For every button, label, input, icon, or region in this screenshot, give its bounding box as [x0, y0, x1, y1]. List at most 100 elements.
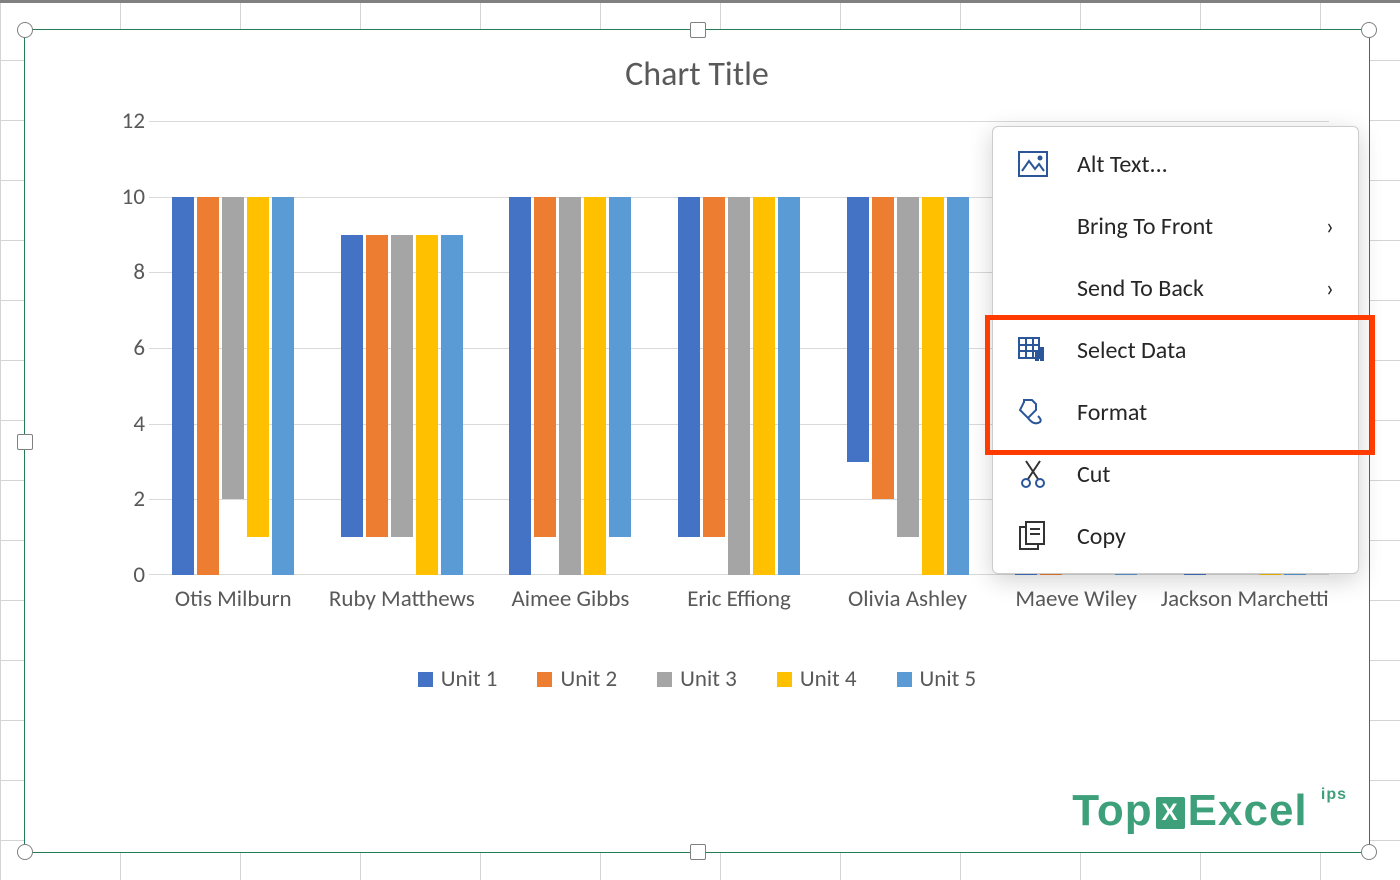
- legend-item[interactable]: Unit 4: [777, 665, 857, 693]
- category-group: [655, 121, 824, 575]
- context-menu-label: Cut: [1077, 460, 1334, 489]
- bar[interactable]: [753, 197, 775, 575]
- bar[interactable]: [172, 197, 194, 575]
- legend-swatch: [897, 672, 912, 687]
- context-menu-item[interactable]: Send To Back›: [993, 257, 1358, 319]
- bar[interactable]: [416, 235, 438, 576]
- y-tick-label: 2: [95, 485, 145, 513]
- selection-handle[interactable]: [1361, 22, 1377, 38]
- legend-swatch: [537, 672, 552, 687]
- legend-label: Unit 3: [680, 665, 737, 693]
- selection-handle[interactable]: [1361, 844, 1377, 860]
- y-tick-label: 8: [95, 258, 145, 286]
- bar-cluster: [655, 197, 824, 575]
- bar[interactable]: [703, 197, 725, 538]
- context-menu[interactable]: Alt Text...Bring To Front›Send To Back›S…: [992, 126, 1359, 574]
- legend-item[interactable]: Unit 3: [657, 665, 737, 693]
- context-menu-item[interactable]: Select Data: [993, 319, 1358, 381]
- y-tick-label: 0: [95, 561, 145, 589]
- select-data-icon: [1017, 334, 1049, 366]
- bar[interactable]: [678, 197, 700, 538]
- y-tick-label: 4: [95, 410, 145, 438]
- context-menu-item[interactable]: Format: [993, 381, 1358, 443]
- watermark-text: ips: [1321, 786, 1347, 803]
- bar[interactable]: [366, 235, 388, 538]
- context-menu-label: Format: [1077, 398, 1334, 427]
- category-group: [486, 121, 655, 575]
- legend-label: Unit 4: [800, 665, 857, 693]
- selection-handle[interactable]: [17, 22, 33, 38]
- context-menu-label: Select Data: [1077, 336, 1334, 365]
- blank-icon: [1017, 210, 1049, 242]
- bar[interactable]: [728, 197, 750, 575]
- watermark: TopXExcel ips: [1072, 786, 1347, 836]
- bar[interactable]: [509, 197, 531, 575]
- y-tick-label: 10: [95, 183, 145, 211]
- blank-icon: [1017, 272, 1049, 304]
- bar[interactable]: [584, 197, 606, 575]
- bar-cluster: [318, 235, 487, 576]
- bar[interactable]: [441, 235, 463, 576]
- legend-label: Unit 5: [920, 665, 977, 693]
- y-tick-label: 12: [95, 107, 145, 135]
- context-menu-label: Send To Back: [1077, 274, 1326, 303]
- context-menu-item[interactable]: Copy: [993, 505, 1358, 567]
- window-top-border: [0, 0, 1400, 3]
- bar[interactable]: [197, 197, 219, 575]
- category-group: [823, 121, 992, 575]
- legend-label: Unit 1: [441, 665, 498, 693]
- alt-text-icon: [1017, 148, 1049, 180]
- bar[interactable]: [222, 197, 244, 500]
- legend-swatch: [777, 672, 792, 687]
- legend-item[interactable]: Unit 2: [537, 665, 617, 693]
- y-axis: 024681012: [95, 121, 145, 575]
- bar[interactable]: [947, 197, 969, 575]
- bar[interactable]: [847, 197, 869, 462]
- x-tick-label: Maeve Wiley: [992, 585, 1161, 614]
- x-tick-label: Olivia Ashley: [823, 585, 992, 614]
- x-tick-label: Aimee Gibbs: [486, 585, 655, 614]
- bar[interactable]: [247, 197, 269, 538]
- x-tick-label: Ruby Matthews: [318, 585, 487, 614]
- selection-handle[interactable]: [17, 844, 33, 860]
- context-menu-item[interactable]: Bring To Front›: [993, 195, 1358, 257]
- category-group: [318, 121, 487, 575]
- x-axis-labels: Otis MilburnRuby MatthewsAimee GibbsEric…: [149, 585, 1329, 655]
- context-menu-item[interactable]: Cut: [993, 443, 1358, 505]
- bar-cluster: [486, 197, 655, 575]
- x-tick-label: Eric Effiong: [655, 585, 824, 614]
- bar[interactable]: [534, 197, 556, 538]
- bar[interactable]: [872, 197, 894, 500]
- context-menu-label: Alt Text...: [1077, 150, 1334, 179]
- copy-icon: [1017, 520, 1049, 552]
- y-tick-label: 6: [95, 334, 145, 362]
- context-menu-label: Copy: [1077, 522, 1334, 551]
- selection-handle[interactable]: [690, 844, 706, 860]
- bar[interactable]: [897, 197, 919, 538]
- category-group: [149, 121, 318, 575]
- cut-icon: [1017, 458, 1049, 490]
- format-icon: [1017, 396, 1049, 428]
- bar-cluster: [149, 197, 318, 575]
- legend-swatch: [418, 672, 433, 687]
- bar[interactable]: [559, 197, 581, 575]
- bar[interactable]: [922, 197, 944, 575]
- bar[interactable]: [778, 197, 800, 575]
- context-menu-item[interactable]: Alt Text...: [993, 133, 1358, 195]
- bar[interactable]: [391, 235, 413, 538]
- chevron-right-icon: ›: [1326, 274, 1334, 303]
- selection-handle[interactable]: [690, 22, 706, 38]
- chart-title[interactable]: Chart Title: [25, 30, 1369, 95]
- legend-item[interactable]: Unit 1: [418, 665, 498, 693]
- selection-handle[interactable]: [17, 434, 33, 450]
- legend-swatch: [657, 672, 672, 687]
- legend-label: Unit 2: [560, 665, 617, 693]
- watermark-text: Excel: [1188, 786, 1308, 835]
- bar-cluster: [823, 197, 992, 575]
- watermark-text: Top: [1072, 786, 1152, 835]
- bar[interactable]: [609, 197, 631, 538]
- bar[interactable]: [272, 197, 294, 575]
- legend[interactable]: Unit 1 Unit 2 Unit 3 Unit 4 Unit 5: [25, 665, 1369, 693]
- legend-item[interactable]: Unit 5: [897, 665, 977, 693]
- bar[interactable]: [341, 235, 363, 538]
